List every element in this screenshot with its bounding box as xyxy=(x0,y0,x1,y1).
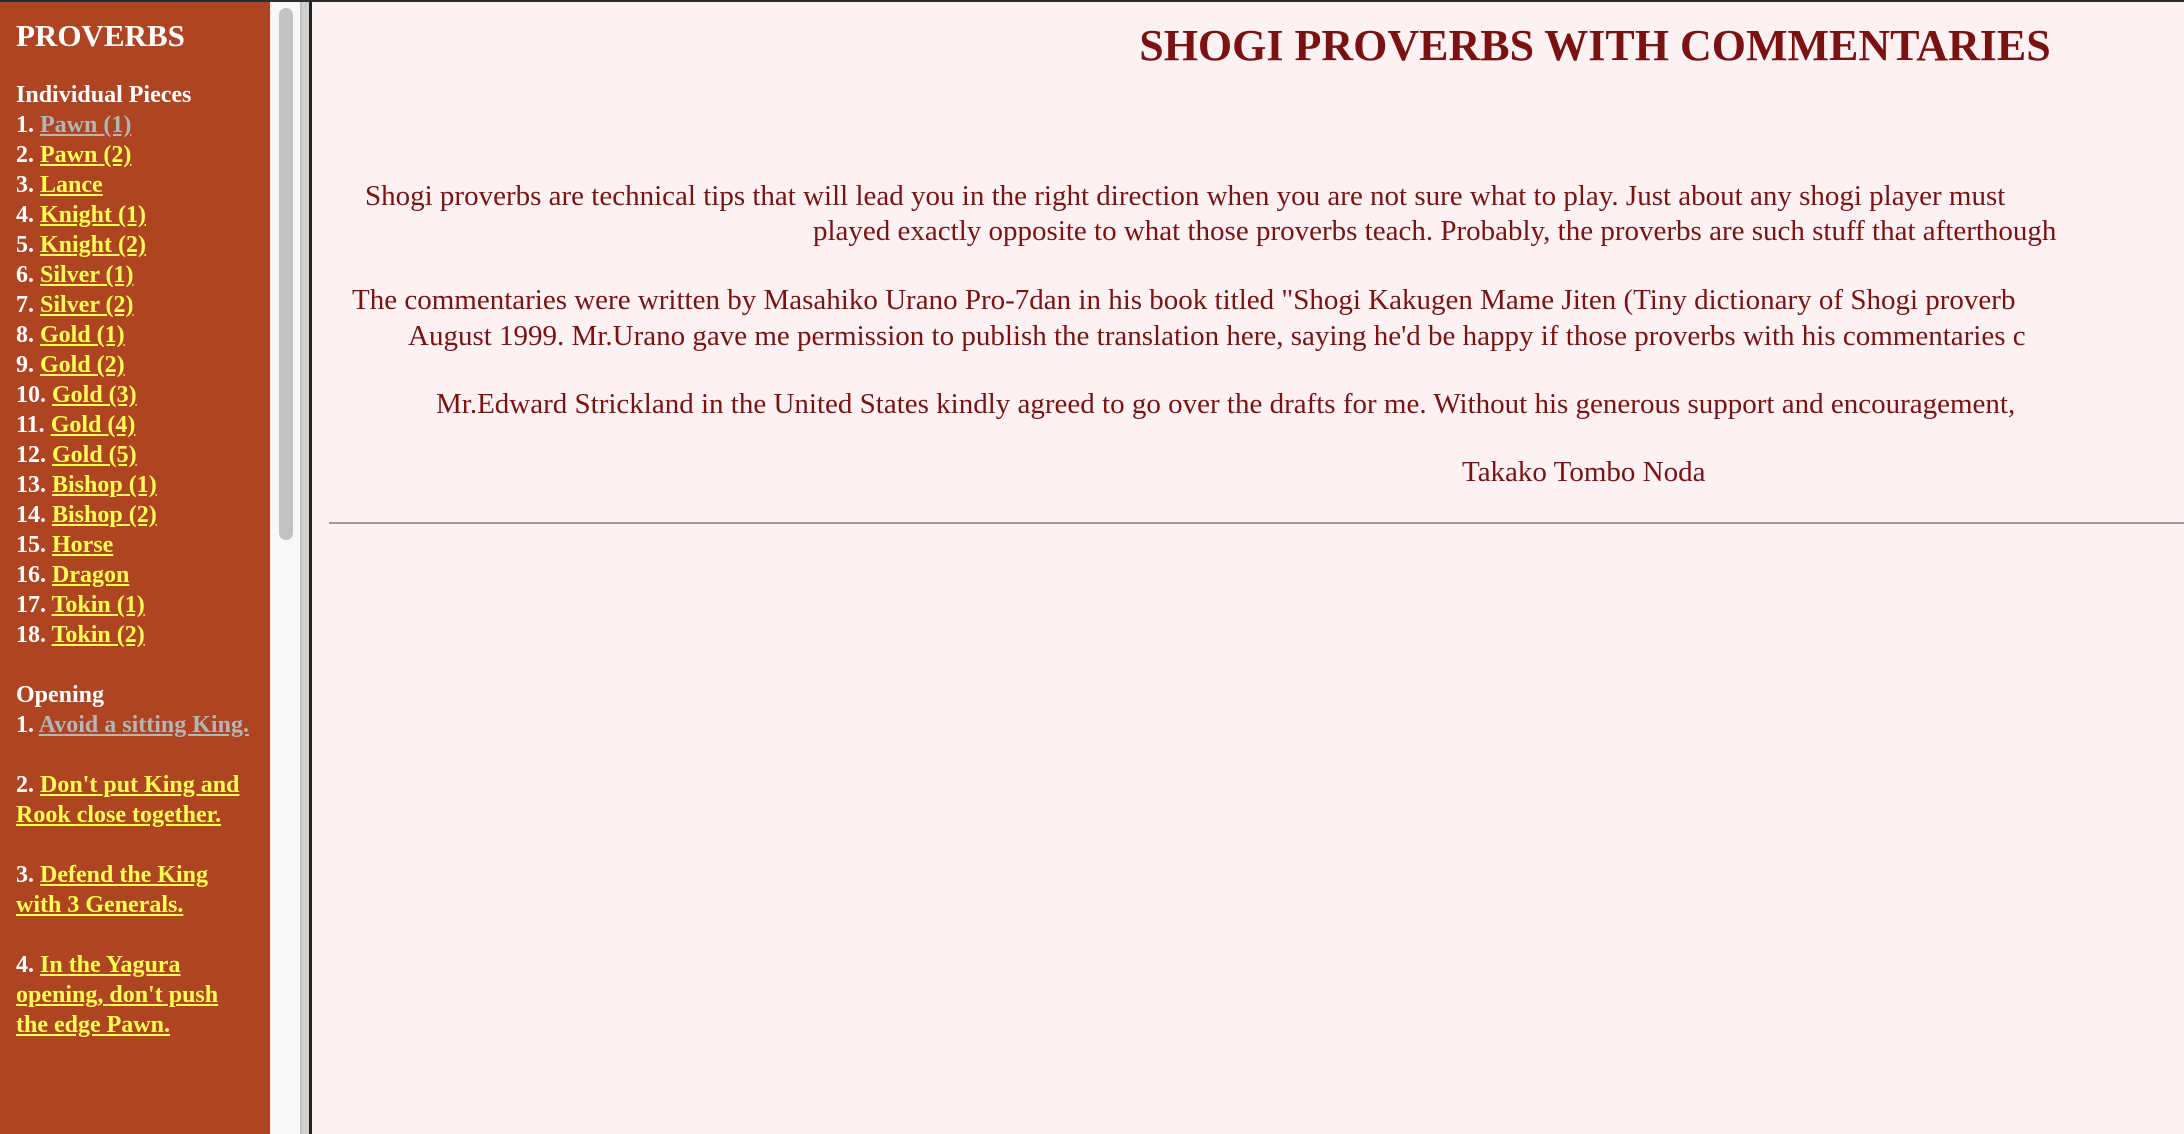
sidebar-item: 2. Pawn (2) xyxy=(16,140,252,170)
sidebar-content: PROVERBS Individual Pieces 1. Pawn (1) 2. … xyxy=(16,16,252,1040)
item-number: 1. xyxy=(16,712,34,738)
item-number: 10. xyxy=(16,382,46,408)
sidebar-item: 13. Bishop (1) xyxy=(16,470,252,500)
sidebar-link[interactable]: Bishop (2) xyxy=(52,502,157,528)
sidebar-item: 8. Gold (1) xyxy=(16,320,252,350)
sidebar-link[interactable]: Knight (2) xyxy=(40,232,146,258)
horizontal-rule xyxy=(329,522,2184,524)
sidebar-item: 10. Gold (3) xyxy=(16,380,252,410)
sidebar-link[interactable]: Silver (1) xyxy=(40,262,134,288)
item-number: 2. xyxy=(16,142,34,168)
sidebar-link[interactable]: In the Yagura opening, don't push the ed… xyxy=(16,952,218,1038)
item-number: 15. xyxy=(16,532,46,558)
item-number: 3. xyxy=(16,172,34,198)
item-number: 9. xyxy=(16,352,34,378)
sidebar-item: 1. Pawn (1) xyxy=(16,110,252,140)
sidebar-item: 3. Lance xyxy=(16,170,252,200)
item-number: 7. xyxy=(16,292,34,318)
item-number: 4. xyxy=(16,202,34,228)
sidebar-item: 14. Bishop (2) xyxy=(16,500,252,530)
sidebar-link[interactable]: Defend the King with 3 Generals. xyxy=(16,862,208,918)
sidebar-link[interactable]: Gold (3) xyxy=(52,382,137,408)
item-number: 5. xyxy=(16,232,34,258)
signature: Takako Tombo Noda xyxy=(1462,456,1706,488)
sidebar-item: 15. Horse xyxy=(16,530,252,560)
sidebar-item: 6. Silver (1) xyxy=(16,260,252,290)
sidebar-section-heading: Opening xyxy=(16,682,105,708)
sidebar-link[interactable]: Dragon xyxy=(52,562,129,588)
item-number: 8. xyxy=(16,322,34,348)
sidebar-item: 2. Don't put King and Rook close togethe… xyxy=(16,770,252,830)
intro-line-1: Shogi proverbs are technical tips that w… xyxy=(365,180,2006,212)
sidebar-link[interactable]: Tokin (1) xyxy=(52,592,145,618)
sidebar-item: 1. Avoid a sitting King. xyxy=(16,710,252,740)
thanks-line: Mr.Edward Strickland in the United State… xyxy=(436,388,2016,420)
sidebar-link[interactable]: Tokin (2) xyxy=(52,622,145,648)
item-number: 11. xyxy=(16,412,45,438)
sidebar-link[interactable]: Gold (4) xyxy=(51,412,136,438)
sidebar-item: 4. Knight (1) xyxy=(16,200,252,230)
sidebar-section-heading: Individual Pieces xyxy=(16,82,192,108)
item-number: 2. xyxy=(16,772,34,798)
sidebar-link[interactable]: Horse xyxy=(52,532,113,558)
sidebar-item: 16. Dragon xyxy=(16,560,252,590)
sidebar-item: 7. Silver (2) xyxy=(16,290,252,320)
sidebar-item: 9. Gold (2) xyxy=(16,350,252,380)
sidebar-link[interactable]: Avoid a sitting King. xyxy=(39,712,249,738)
sidebar-link[interactable]: Silver (2) xyxy=(40,292,134,318)
sidebar-link[interactable]: Knight (1) xyxy=(40,202,146,228)
sidebar-item: 12. Gold (5) xyxy=(16,440,252,470)
sidebar-title: PROVERBS xyxy=(16,18,185,53)
main-frame: SHOGI PROVERBS WITH COMMENTARIES Shogi p… xyxy=(312,2,2184,1134)
page-title: SHOGI PROVERBS WITH COMMENTARIES xyxy=(1139,21,2051,70)
sidebar-scrollbar-thumb[interactable] xyxy=(279,8,293,540)
item-number: 4. xyxy=(16,952,34,978)
item-number: 18. xyxy=(16,622,46,648)
sidebar-item: 17. Tokin (1) xyxy=(16,590,252,620)
sidebar-item: 11. Gold (4) xyxy=(16,410,252,440)
item-number: 16. xyxy=(16,562,46,588)
commentary-line-1: The commentaries were written by Masahik… xyxy=(352,284,2016,316)
item-number: 12. xyxy=(16,442,46,468)
item-number: 17. xyxy=(16,592,46,618)
item-number: 14. xyxy=(16,502,46,528)
item-number: 13. xyxy=(16,472,46,498)
item-number: 3. xyxy=(16,862,34,888)
sidebar-item: 4. In the Yagura opening, don't push the… xyxy=(16,950,252,1040)
commentary-line-2: August 1999. Mr.Urano gave me permission… xyxy=(408,320,2026,352)
sidebar-link[interactable]: Lance xyxy=(40,172,103,198)
sidebar-item: 18. Tokin (2) xyxy=(16,620,252,650)
sidebar-link[interactable]: Gold (1) xyxy=(40,322,125,348)
intro-line-2: played exactly opposite to what those pr… xyxy=(813,215,2057,247)
sidebar-item: 5. Knight (2) xyxy=(16,230,252,260)
sidebar-item: 3. Defend the King with 3 Generals. xyxy=(16,860,252,920)
sidebar-link[interactable]: Pawn (2) xyxy=(40,142,131,168)
sidebar-frame: PROVERBS Individual Pieces 1. Pawn (1) 2. … xyxy=(0,2,270,1134)
sidebar-link[interactable]: Pawn (1) xyxy=(40,112,131,138)
sidebar-link[interactable]: Gold (5) xyxy=(52,442,137,468)
item-number: 1. xyxy=(16,112,34,138)
sidebar-link[interactable]: Bishop (1) xyxy=(52,472,157,498)
sidebar-link[interactable]: Gold (2) xyxy=(40,352,125,378)
sidebar-link[interactable]: Don't put King and Rook close together. xyxy=(16,772,239,828)
item-number: 6. xyxy=(16,262,34,288)
